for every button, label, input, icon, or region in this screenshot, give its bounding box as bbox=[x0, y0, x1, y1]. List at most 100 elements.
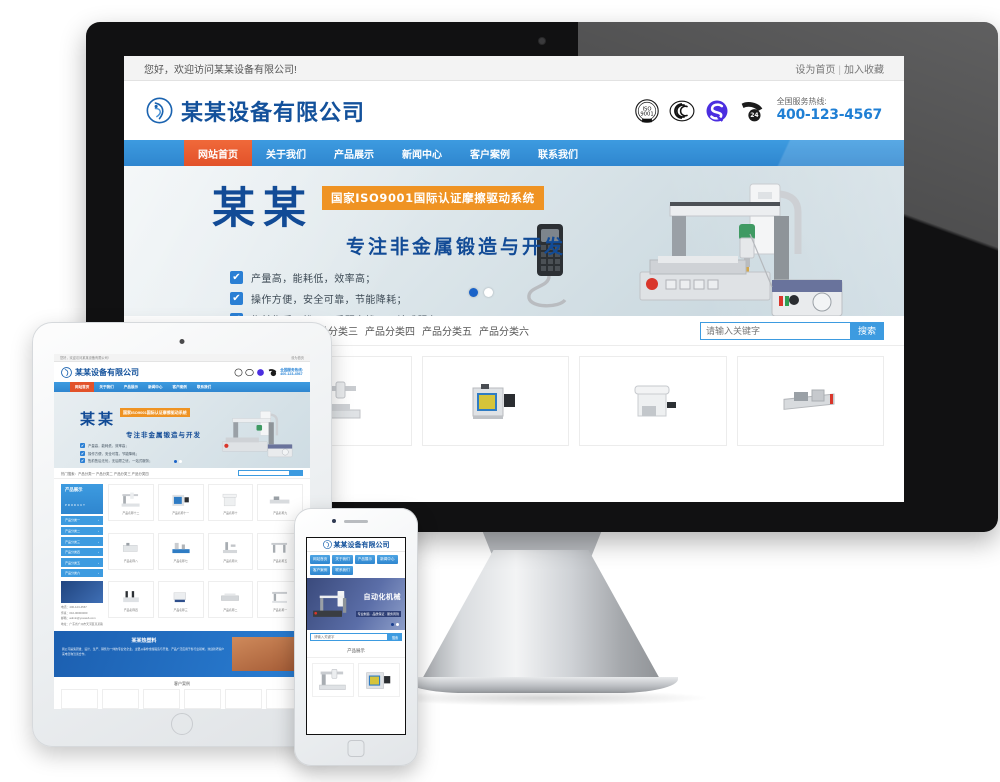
tablet-search-button[interactable] bbox=[290, 470, 303, 476]
nav-item-contact[interactable]: 联系我们 bbox=[524, 140, 592, 166]
tablet-nav-item-contact[interactable]: 联系我们 bbox=[192, 382, 216, 392]
tablet-sidebar-item[interactable]: 产品分类三 › bbox=[61, 537, 103, 546]
phone-nav-item-news[interactable]: 新闻中心 bbox=[377, 555, 398, 564]
phone-product-card[interactable] bbox=[358, 663, 400, 697]
search-input[interactable] bbox=[699, 321, 850, 340]
bullet-text: 操作方便，安全可靠，节能降耗； bbox=[88, 451, 139, 456]
iso-9001-badge-icon: ISO 9001 bbox=[634, 98, 659, 123]
carousel-dot-1[interactable] bbox=[469, 288, 478, 297]
nav-item-news[interactable]: 新闻中心 bbox=[388, 140, 456, 166]
tablet-bullet: ✔ 售前售后无忧，无后顾之忧，一站式服务； bbox=[80, 458, 201, 463]
gantry-dispensing-machine-photo bbox=[121, 492, 140, 507]
product-card[interactable] bbox=[736, 356, 884, 446]
tablet-banner-title-row: 某某 国家ISO9001国际认证摩擦驱动系统 bbox=[80, 408, 201, 429]
tablet-nav-item-products[interactable]: 产品展示 bbox=[119, 382, 143, 392]
category-link-4[interactable]: 产品分类四 bbox=[365, 327, 415, 338]
bullet-text: 产量高，能耗低，效率高； bbox=[251, 274, 376, 286]
tablet-search-input[interactable] bbox=[238, 470, 290, 476]
tablet-cat-2[interactable]: 产品分类二 bbox=[96, 472, 113, 476]
white-cabinet-machine-photo bbox=[223, 493, 237, 506]
tablet-hotline: 全国服务热线: 400-123-4567 bbox=[280, 368, 303, 377]
tablet-cat-4[interactable]: 产品分类四 bbox=[132, 472, 149, 476]
tablet-product-card[interactable]: 产品名称十 bbox=[207, 484, 254, 521]
set-homepage-link[interactable]: 设为首页 bbox=[795, 65, 835, 76]
product-card[interactable] bbox=[421, 356, 569, 446]
arm-dispenser-machine-photo bbox=[223, 542, 238, 554]
nav-items: 网站首页 关于我们 产品展示 新闻中心 客户案例 联系我们 bbox=[184, 140, 592, 166]
gantry-dispensing-machine-photo bbox=[319, 669, 346, 690]
24-hours-phone-icon: 24 bbox=[741, 101, 762, 121]
search-button[interactable]: 搜索 bbox=[849, 321, 884, 340]
nav-item-cases[interactable]: 客户案例 bbox=[456, 140, 524, 166]
phone-product-card[interactable] bbox=[312, 663, 354, 697]
case-thumb[interactable] bbox=[143, 688, 180, 709]
carousel-dots bbox=[469, 288, 493, 297]
phone-nav-item-contact[interactable]: 联系我们 bbox=[332, 566, 353, 575]
tablet-product-card[interactable]: 产品名称十一 bbox=[157, 484, 204, 521]
tablet-sidebar-item[interactable]: 产品分类五 › bbox=[61, 558, 103, 567]
nav-item-products[interactable]: 产品展示 bbox=[320, 140, 388, 166]
tablet-home-button[interactable] bbox=[171, 713, 193, 735]
phone-nav-item-home[interactable]: 网站首页 bbox=[310, 555, 331, 564]
tablet-product-card[interactable]: 产品名称四 bbox=[108, 581, 154, 619]
tablet-sidebar-item[interactable]: 产品分类二 › bbox=[61, 526, 103, 536]
product-caption: 产品名称十一 bbox=[172, 510, 190, 515]
tablet-product-card[interactable]: 产品名称八 bbox=[108, 532, 154, 570]
tablet-cat-3[interactable]: 产品分类三 bbox=[114, 472, 131, 476]
carousel-dot-2[interactable] bbox=[484, 288, 493, 297]
tablet-navigation: 网站首页 关于我们 产品展示 新闻中心 客户案例 联系我们 bbox=[54, 382, 310, 392]
phone-banner-subtitle: 专业制造 · 品质保证 · 服务周到 bbox=[355, 611, 401, 617]
bench-unit-machine-photo bbox=[122, 542, 138, 552]
phone-search-button[interactable]: 搜索 bbox=[388, 633, 402, 641]
tablet-nav-item-home[interactable]: 网站首页 bbox=[70, 382, 95, 392]
phone-logo[interactable]: 某某设备有限公司 bbox=[322, 540, 390, 550]
phone-nav-item-products[interactable]: 产品展示 bbox=[354, 555, 376, 564]
product-caption: 产品名称十二 bbox=[122, 510, 140, 515]
site-logo[interactable]: 某某设备有限公司 bbox=[146, 95, 365, 127]
phone-search-input[interactable] bbox=[310, 633, 388, 641]
tablet-product-card[interactable]: 产品名称十二 bbox=[108, 484, 154, 521]
phone-carousel-dot-2[interactable] bbox=[396, 623, 399, 626]
nav-item-home[interactable]: 网站首页 bbox=[184, 140, 252, 166]
nav-item-about[interactable]: 关于我们 bbox=[252, 140, 320, 166]
case-thumb[interactable] bbox=[102, 688, 139, 709]
tablet-carousel-dot-2[interactable] bbox=[179, 460, 182, 463]
tablet-search-row: 热门搜索：产品分类一 产品分类二 产品分类三 产品分类四 bbox=[54, 468, 310, 479]
banner-bullets: ✔ 产量高，能耗低，效率高； ✔ 操作方便，安全可靠，节能降耗； ✔ 售前售后无… bbox=[230, 270, 566, 316]
phone-carousel-dot-1[interactable] bbox=[391, 623, 394, 626]
tablet-product-card[interactable]: 产品名称七 bbox=[157, 532, 204, 570]
case-thumb[interactable] bbox=[225, 688, 262, 709]
case-thumb[interactable] bbox=[61, 688, 98, 709]
tablet-logo[interactable]: 某某设备有限公司 bbox=[61, 366, 139, 378]
category-link-6[interactable]: 产品分类六 bbox=[479, 327, 529, 338]
phone-nav-item-about[interactable]: 关于我们 bbox=[332, 555, 353, 564]
tablet-header: 某某设备有限公司 全国服务热线: 400-123-4567 bbox=[54, 362, 310, 382]
check-icon: ✔ bbox=[80, 443, 85, 448]
banner-title-row: 某某 国家ISO9001国际认证摩擦驱动系统 bbox=[212, 182, 566, 231]
banner-bullet: ✔ 售前售后无忧，无后顾之忧，一站式服务； bbox=[230, 312, 566, 316]
tablet-nav-item-about[interactable]: 关于我们 bbox=[94, 382, 118, 392]
tablet-sidebar-item[interactable]: 产品分类六 › bbox=[61, 569, 103, 578]
product-card[interactable] bbox=[579, 356, 727, 446]
phone-nav-item-cases[interactable]: 客户案例 bbox=[310, 566, 331, 575]
phone-screen: 某某设备有限公司 网站首页 关于我们 产品展示 新闻中心 客户案例 联系我们 自… bbox=[306, 537, 406, 735]
category-link-5[interactable]: 产品分类五 bbox=[422, 327, 472, 338]
tablet-sidebar-item[interactable]: 产品分类一 › bbox=[61, 516, 103, 525]
tablet-carousel-dot-1[interactable] bbox=[174, 460, 177, 463]
bullet-text: 操作方便，安全可靠，节能降耗； bbox=[251, 295, 407, 307]
tablet-product-card[interactable]: 产品名称三 bbox=[157, 581, 204, 619]
tablet-product-card[interactable]: 产品名称二 bbox=[207, 581, 254, 619]
tablet-topbar-links[interactable]: 设为首页 bbox=[291, 355, 304, 360]
tablet-product-card[interactable]: 产品名称六 bbox=[207, 532, 254, 570]
tablet-mockup: 您好，欢迎访问某某设备有限公司! 设为首页 某某设备有限公司 全国服务热线: 4… bbox=[32, 322, 332, 747]
tablet-cat-1[interactable]: 产品分类一 bbox=[78, 472, 95, 476]
tablet-nav-item-news[interactable]: 新闻中心 bbox=[143, 382, 167, 392]
phone-logo-text: 某某设备有限公司 bbox=[333, 540, 390, 549]
add-favorite-link[interactable]: 加入收藏 bbox=[844, 65, 884, 76]
tablet-nav-item-cases[interactable]: 客户案例 bbox=[168, 382, 192, 392]
product-caption: 产品名称二 bbox=[223, 607, 238, 612]
chevron-right-icon: › bbox=[98, 528, 99, 533]
tablet-sidebar-item[interactable]: 产品分类四 › bbox=[61, 547, 103, 557]
phone-home-button[interactable] bbox=[347, 740, 365, 757]
case-thumb[interactable] bbox=[184, 688, 221, 709]
